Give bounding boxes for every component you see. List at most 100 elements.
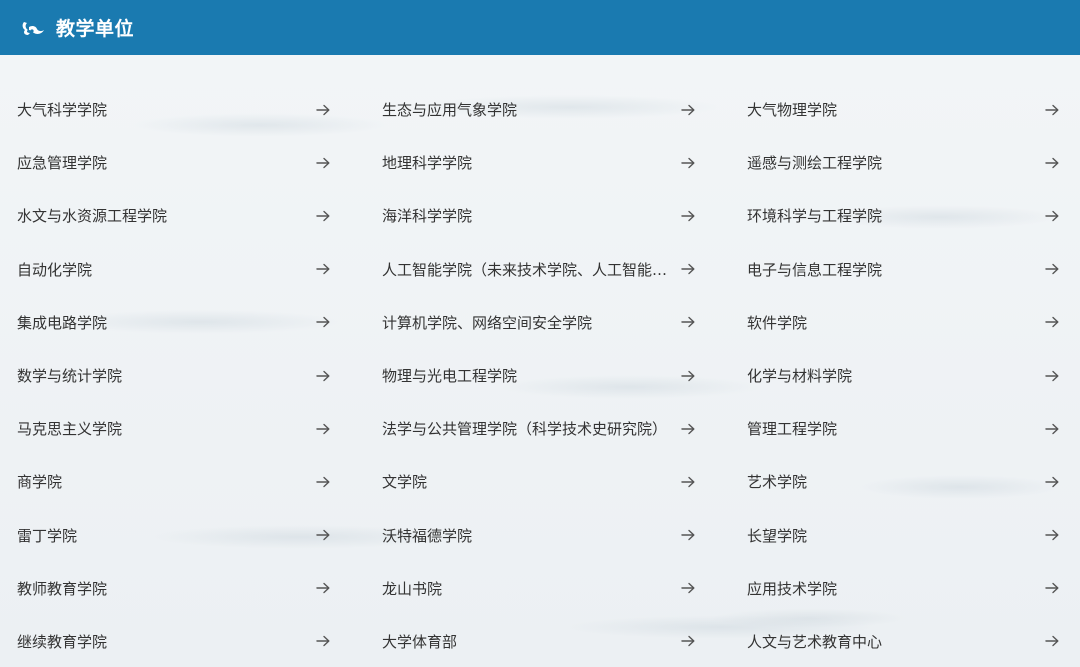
unit-label: 大气科学学院: [17, 101, 108, 120]
units-row: 应急管理学院 地理科学学院 遥感与测绘工程学院: [0, 136, 1080, 189]
arrow-right-icon: [1044, 155, 1060, 171]
arrow-right-icon: [680, 527, 696, 543]
arrow-right-icon: [315, 208, 331, 224]
arrow-right-icon: [315, 527, 331, 543]
arrow-right-icon: [315, 261, 331, 277]
arrow-right-icon: [315, 102, 331, 118]
arrow-right-icon: [680, 474, 696, 490]
arrow-right-icon: [1044, 474, 1060, 490]
unit-link[interactable]: 人文与艺术教育中心: [730, 615, 1080, 667]
unit-link[interactable]: 软件学院: [730, 296, 1080, 349]
unit-label: 雷丁学院: [17, 526, 78, 545]
units-row: 教师教育学院 龙山书院 应用技术学院: [0, 562, 1080, 615]
unit-link[interactable]: 继续教育学院: [0, 615, 365, 667]
unit-link[interactable]: 计算机学院、网络空间安全学院: [365, 296, 730, 349]
units-row: 马克思主义学院 法学与公共管理学院（科学技术史研究院） 管理工程学院: [0, 402, 1080, 455]
unit-link[interactable]: 环境科学与工程学院: [730, 189, 1080, 242]
arrow-right-icon: [1044, 527, 1060, 543]
unit-link[interactable]: 教师教育学院: [0, 562, 365, 615]
unit-link[interactable]: 大学体育部: [365, 615, 730, 667]
unit-label: 环境科学与工程学院: [747, 207, 883, 226]
unit-link[interactable]: 艺术学院: [730, 455, 1080, 508]
units-row: 大气科学学院 生态与应用气象学院 大气物理学院: [0, 83, 1080, 136]
unit-label: 水文与水资源工程学院: [17, 207, 168, 226]
page-title: 教学单位: [56, 18, 135, 40]
unit-link[interactable]: 龙山书院: [365, 562, 730, 615]
arrow-right-icon: [315, 314, 331, 330]
unit-link[interactable]: 长望学院: [730, 509, 1080, 562]
units-row: 数学与统计学院 物理与光电工程学院 化学与材料学院: [0, 349, 1080, 402]
unit-label: 人工智能学院（未来技术学院、人工智能…: [382, 260, 668, 279]
arrow-right-icon: [1044, 208, 1060, 224]
unit-link[interactable]: 生态与应用气象学院: [365, 83, 730, 136]
unit-link[interactable]: 地理科学学院: [365, 136, 730, 189]
unit-link[interactable]: 电子与信息工程学院: [730, 243, 1080, 296]
units-row: 水文与水资源工程学院 海洋科学学院 环境科学与工程学院: [0, 189, 1080, 242]
arrow-right-icon: [1044, 580, 1060, 596]
section-header: 教学单位: [0, 0, 1080, 55]
unit-link[interactable]: 水文与水资源工程学院: [0, 189, 365, 242]
unit-link[interactable]: 集成电路学院: [0, 296, 365, 349]
unit-link[interactable]: 雷丁学院: [0, 509, 365, 562]
unit-label: 艺术学院: [747, 473, 808, 492]
teaching-units-grid: 大气科学学院 生态与应用气象学院 大气物理学院应急管理学院 地理科学学院 遥感与测绘工程…: [0, 83, 1080, 667]
unit-link[interactable]: 管理工程学院: [730, 402, 1080, 455]
unit-link[interactable]: 应用技术学院: [730, 562, 1080, 615]
unit-label: 应用技术学院: [747, 579, 838, 598]
arrow-right-icon: [680, 102, 696, 118]
school-emblem-icon: [20, 18, 46, 38]
units-row: 雷丁学院 沃特福德学院 长望学院: [0, 509, 1080, 562]
unit-link[interactable]: 物理与光电工程学院: [365, 349, 730, 402]
unit-label: 遥感与测绘工程学院: [747, 154, 883, 173]
unit-label: 电子与信息工程学院: [747, 260, 883, 279]
unit-label: 文学院: [382, 473, 428, 492]
unit-label: 长望学院: [747, 526, 808, 545]
units-row: 商学院 文学院 艺术学院: [0, 455, 1080, 508]
unit-label: 继续教育学院: [17, 632, 108, 651]
arrow-right-icon: [680, 155, 696, 171]
arrow-right-icon: [1044, 633, 1060, 649]
unit-label: 物理与光电工程学院: [382, 367, 518, 386]
arrow-right-icon: [680, 208, 696, 224]
unit-label: 管理工程学院: [747, 420, 838, 439]
arrow-right-icon: [1044, 421, 1060, 437]
unit-link[interactable]: 商学院: [0, 455, 365, 508]
unit-link[interactable]: 应急管理学院: [0, 136, 365, 189]
unit-label: 化学与材料学院: [747, 367, 853, 386]
unit-link[interactable]: 沃特福德学院: [365, 509, 730, 562]
unit-link[interactable]: 遥感与测绘工程学院: [730, 136, 1080, 189]
arrow-right-icon: [1044, 102, 1060, 118]
arrow-right-icon: [315, 155, 331, 171]
unit-label: 软件学院: [747, 313, 808, 332]
unit-label: 数学与统计学院: [17, 367, 123, 386]
unit-label: 生态与应用气象学院: [382, 101, 518, 120]
units-row: 集成电路学院 计算机学院、网络空间安全学院 软件学院: [0, 296, 1080, 349]
unit-label: 人文与艺术教育中心: [747, 632, 883, 651]
unit-label: 地理科学学院: [382, 154, 473, 173]
unit-label: 商学院: [17, 473, 63, 492]
unit-label: 集成电路学院: [17, 313, 108, 332]
arrow-right-icon: [1044, 261, 1060, 277]
unit-link[interactable]: 数学与统计学院: [0, 349, 365, 402]
unit-link[interactable]: 化学与材料学院: [730, 349, 1080, 402]
unit-label: 沃特福德学院: [382, 526, 473, 545]
unit-link[interactable]: 法学与公共管理学院（科学技术史研究院）: [365, 402, 730, 455]
teaching-units-panel: 大气科学学院 生态与应用气象学院 大气物理学院应急管理学院 地理科学学院 遥感与测绘工程…: [0, 55, 1080, 667]
arrow-right-icon: [315, 633, 331, 649]
arrow-right-icon: [680, 580, 696, 596]
unit-link[interactable]: 大气科学学院: [0, 83, 365, 136]
unit-link[interactable]: 文学院: [365, 455, 730, 508]
unit-link[interactable]: 自动化学院: [0, 243, 365, 296]
unit-link[interactable]: 大气物理学院: [730, 83, 1080, 136]
arrow-right-icon: [680, 314, 696, 330]
arrow-right-icon: [680, 633, 696, 649]
arrow-right-icon: [680, 261, 696, 277]
unit-link[interactable]: 海洋科学学院: [365, 189, 730, 242]
arrow-right-icon: [315, 580, 331, 596]
unit-label: 自动化学院: [17, 260, 93, 279]
unit-label: 计算机学院、网络空间安全学院: [382, 313, 593, 332]
unit-label: 龙山书院: [382, 579, 443, 598]
unit-link[interactable]: 马克思主义学院: [0, 402, 365, 455]
unit-label: 大气物理学院: [747, 101, 838, 120]
unit-link[interactable]: 人工智能学院（未来技术学院、人工智能…: [365, 243, 730, 296]
